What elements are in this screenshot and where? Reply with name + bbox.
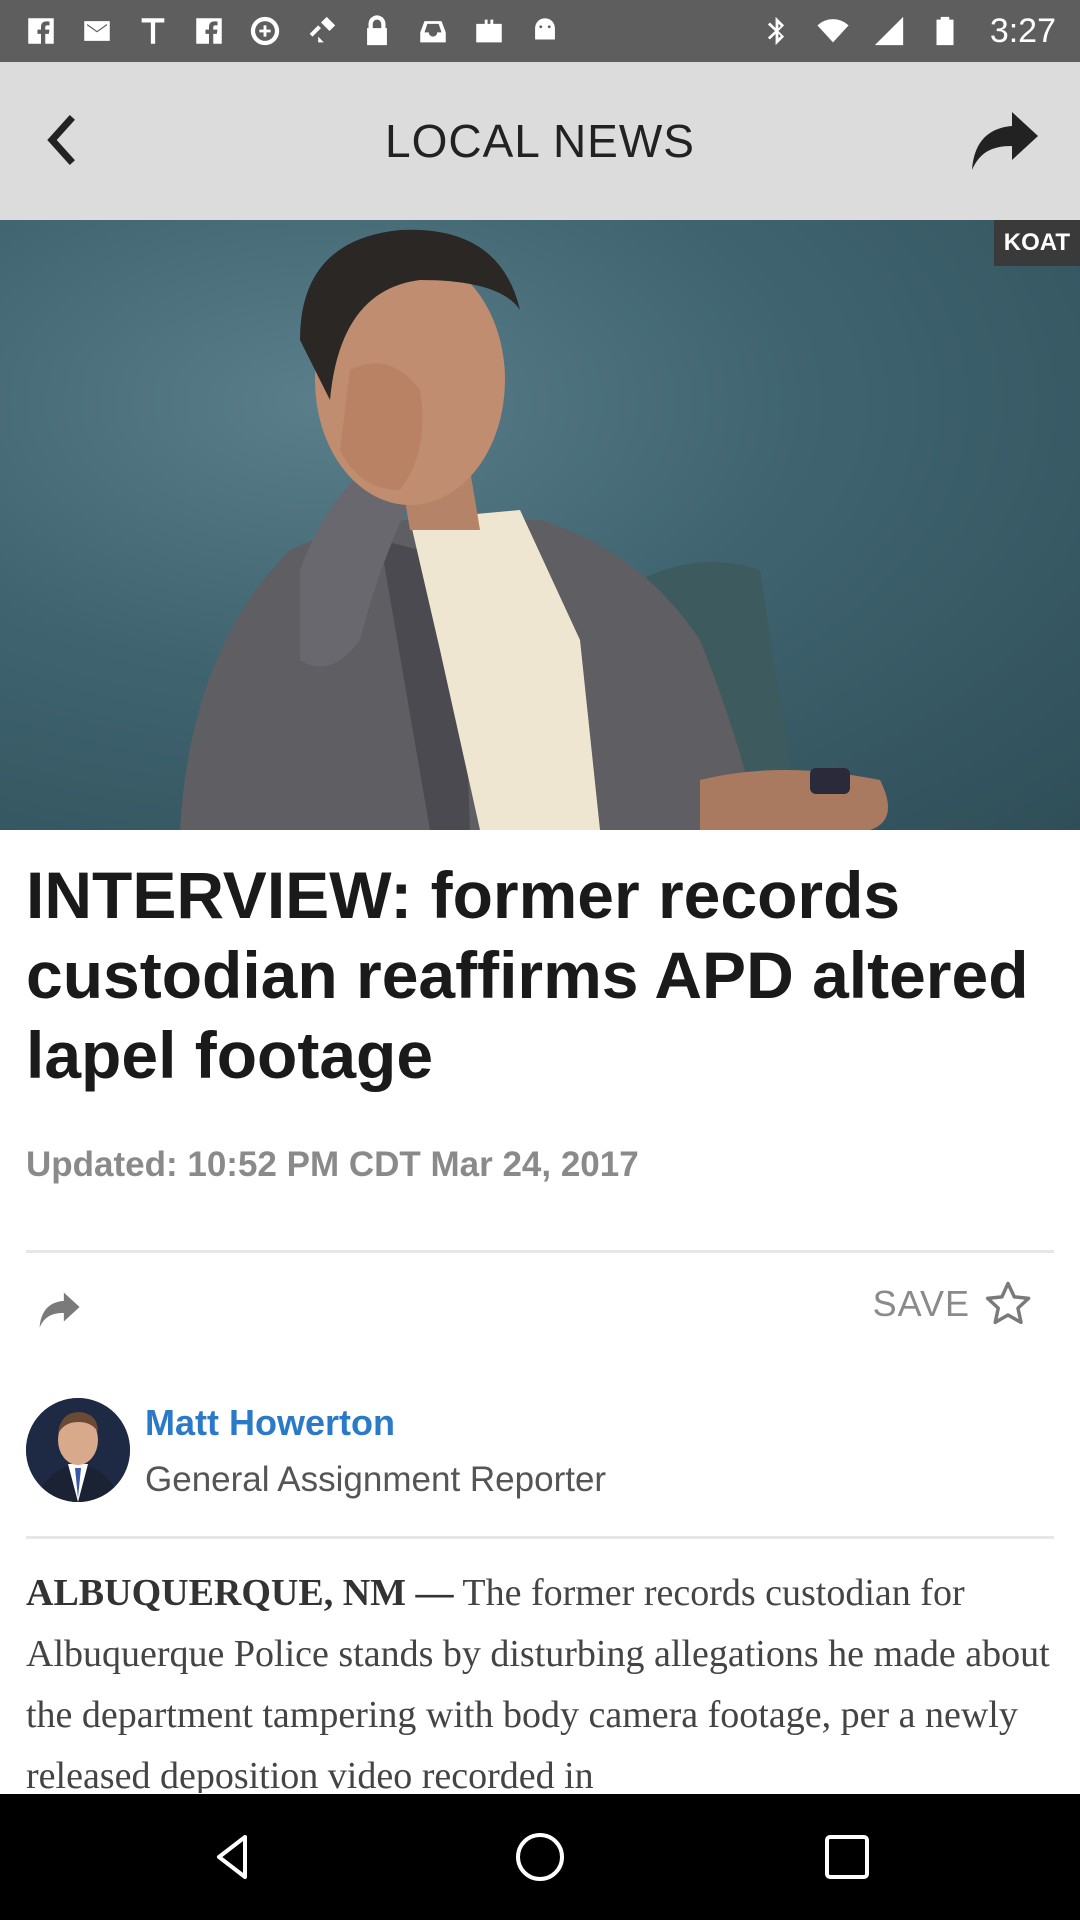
lock-icon (360, 14, 394, 48)
android-icon (528, 14, 562, 48)
page-title: LOCAL NEWS (385, 115, 695, 167)
facebook-icon (192, 14, 226, 48)
article-hero-image: KOAT (0, 220, 1080, 830)
notification-icons (24, 14, 562, 48)
nav-recents-icon (824, 1835, 869, 1879)
divider (26, 1250, 1054, 1253)
fake-gps-icon (304, 14, 338, 48)
article-headline: INTERVIEW: former records custodian reaf… (26, 858, 1029, 1092)
bluetooth-icon (760, 14, 794, 48)
share-article-icon[interactable] (36, 1290, 82, 1330)
save-label: SAVE (872, 1283, 970, 1324)
system-nav-bar (0, 1794, 1080, 1920)
facebook-icon (24, 14, 58, 48)
battery-icon (928, 14, 962, 48)
author-avatar[interactable] (26, 1398, 130, 1502)
status-bar: 3:27 (0, 0, 1080, 62)
star-outline-icon (985, 1281, 1031, 1325)
app-header: LOCAL NEWS (0, 62, 1080, 220)
nav-home-button[interactable] (505, 1822, 575, 1892)
wifi-icon (816, 14, 850, 48)
nav-back-icon (217, 1835, 248, 1879)
signal-icon (872, 14, 906, 48)
back-arrow-icon[interactable] (38, 112, 86, 168)
data-saver-icon (248, 14, 282, 48)
mail-icon (80, 14, 114, 48)
article-body: ALBUQUERQUE, NM — The former records cus… (26, 1563, 1056, 1793)
briefcase-icon (472, 14, 506, 48)
updated-timestamp: Updated: 10:52 PM CDT Mar 24, 2017 (26, 1145, 639, 1184)
status-time: 3:27 (989, 11, 1056, 50)
save-button[interactable]: SAVE (873, 1278, 1034, 1330)
nav-recents-button[interactable] (812, 1822, 882, 1892)
inbox-icon (416, 14, 450, 48)
author-role: General Assignment Reporter (145, 1460, 607, 1499)
author-photo-illustration (26, 1398, 130, 1502)
author-name-link[interactable]: Matt Howerton (145, 1402, 395, 1444)
image-credit: KOAT (993, 220, 1080, 266)
article-dateline: ALBUQUERQUE, NM — (26, 1572, 454, 1614)
man-portrait-illustration (180, 229, 888, 830)
nav-back-button[interactable] (198, 1822, 268, 1892)
text-icon (136, 14, 170, 48)
share-icon[interactable] (966, 108, 1042, 174)
nav-home-icon (515, 1833, 564, 1881)
system-icons: 3:27 (760, 12, 1056, 51)
divider (26, 1536, 1054, 1539)
